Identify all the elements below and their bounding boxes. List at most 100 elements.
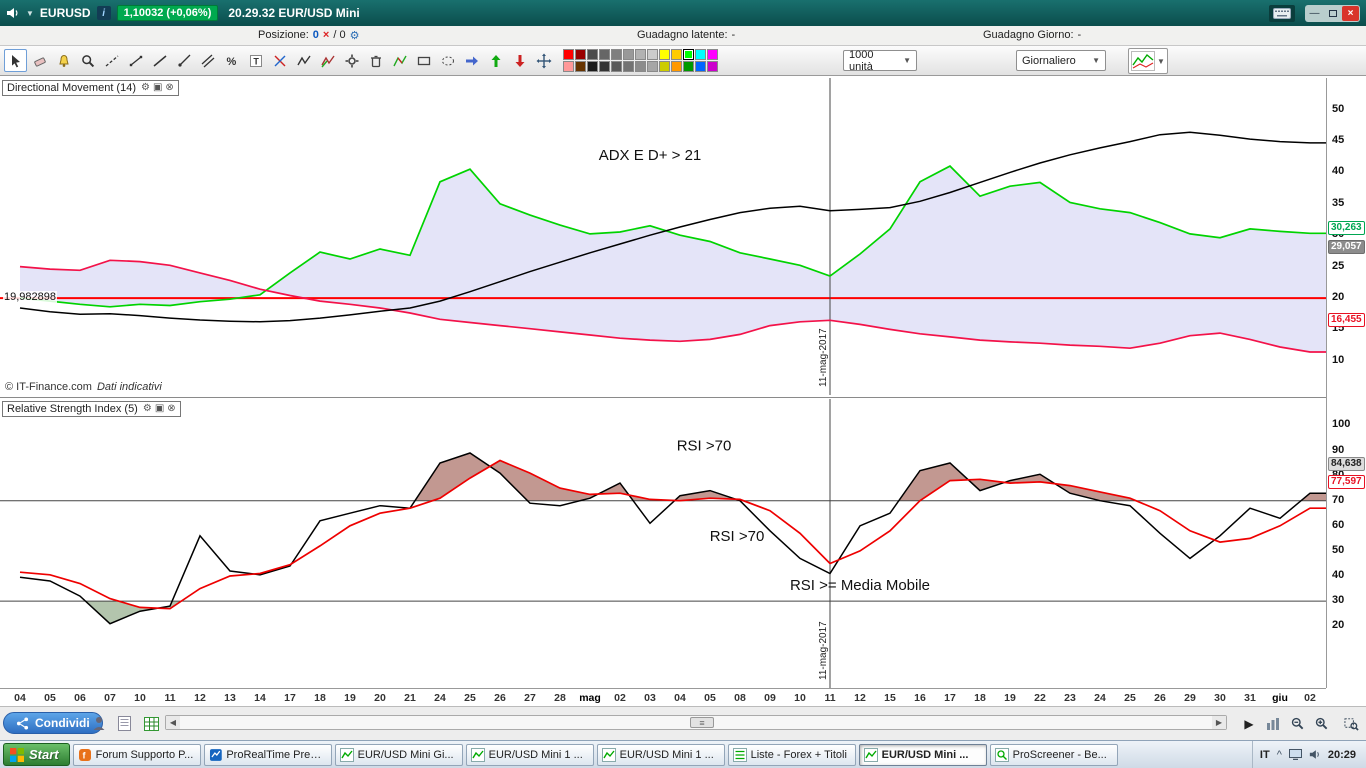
- taskbar-item[interactable]: Liste - Forex + Titoli: [727, 743, 856, 766]
- zoom-in-icon[interactable]: [1310, 714, 1332, 733]
- panel-divider[interactable]: [0, 397, 1366, 398]
- symbol-dropdown-caret[interactable]: ▼: [26, 9, 34, 18]
- palette-color-swatch[interactable]: [563, 49, 574, 60]
- parallel-lines-tool-button[interactable]: [196, 49, 219, 72]
- palette-color-swatch[interactable]: [599, 61, 610, 72]
- text-tool-button[interactable]: T: [244, 49, 267, 72]
- display-icon[interactable]: [1288, 749, 1302, 760]
- series-line-RSI[interactable]: [19, 452, 1326, 625]
- chart-annotation[interactable]: RSI >= Media Mobile: [790, 577, 930, 594]
- restore-button[interactable]: [1324, 6, 1341, 21]
- scroll-right-arrow[interactable]: ▶: [1212, 716, 1226, 729]
- eraser-tool-button[interactable]: [28, 49, 51, 72]
- taskbar-item[interactable]: EUR/USD Mini ...: [858, 743, 987, 766]
- palette-color-swatch[interactable]: [695, 61, 706, 72]
- zigzag-colored-tool-button[interactable]: [388, 49, 411, 72]
- palette-color-swatch[interactable]: [647, 61, 658, 72]
- wrench-icon[interactable]: ⚙: [143, 404, 152, 414]
- taskbar-item[interactable]: ProScreener - Be...: [989, 743, 1118, 766]
- palette-color-swatch[interactable]: [611, 61, 622, 72]
- taskbar-item[interactable]: EUR/USD Mini 1 ...: [596, 743, 725, 766]
- palette-color-swatch[interactable]: [683, 61, 694, 72]
- scroll-left-arrow[interactable]: ◀: [166, 716, 180, 729]
- taskbar-item[interactable]: EUR/USD Mini Gi...: [334, 743, 463, 766]
- volume-icon[interactable]: [1309, 749, 1321, 760]
- chart-annotation[interactable]: RSI >70: [710, 528, 765, 545]
- palette-color-swatch[interactable]: [575, 61, 586, 72]
- taskbar-clock[interactable]: 20:29: [1328, 749, 1356, 761]
- palette-color-swatch[interactable]: [623, 49, 634, 60]
- palette-color-swatch[interactable]: [647, 49, 658, 60]
- cross-lines-tool-button[interactable]: [268, 49, 291, 72]
- news-icon[interactable]: [113, 714, 135, 733]
- chart-annotation[interactable]: ADX E D+ > 21: [599, 147, 702, 164]
- palette-color-swatch[interactable]: [659, 49, 670, 60]
- arrow-down-tool-button[interactable]: [508, 49, 531, 72]
- wrench-icon[interactable]: ⚙: [141, 83, 150, 93]
- palette-color-swatch[interactable]: [707, 49, 718, 60]
- price-axis[interactable]: 50454035302520151030,26329,05716,4551009…: [1326, 78, 1366, 688]
- close-position-icon[interactable]: ×: [323, 29, 329, 42]
- close-button[interactable]: ×: [1342, 5, 1359, 21]
- palette-color-swatch[interactable]: [599, 49, 610, 60]
- speaker-icon[interactable]: [6, 7, 20, 19]
- percent-chart-tool-button[interactable]: %: [220, 49, 243, 72]
- close-icon[interactable]: ⊗: [167, 404, 175, 414]
- keyboard-icon[interactable]: [1269, 4, 1295, 22]
- taskbar-item[interactable]: f Forum Supporto P...: [72, 743, 201, 766]
- show-hidden-icons[interactable]: ^: [1277, 749, 1282, 761]
- trader-account-icon[interactable]: [88, 714, 110, 733]
- taskbar-item[interactable]: ProRealTime Prem...: [203, 743, 332, 766]
- palette-color-swatch[interactable]: [635, 49, 646, 60]
- language-indicator[interactable]: IT: [1260, 749, 1270, 761]
- zigzag-signals-tool-button[interactable]: [316, 49, 339, 72]
- tools-tool-button[interactable]: [340, 49, 363, 72]
- arrow-right-tool-button[interactable]: [460, 49, 483, 72]
- palette-color-swatch[interactable]: [671, 61, 682, 72]
- units-dropdown[interactable]: 1000 unità ▼: [843, 49, 917, 73]
- palette-color-swatch[interactable]: [635, 61, 646, 72]
- lasso-tool-button[interactable]: [436, 49, 459, 72]
- start-button[interactable]: Start: [3, 743, 70, 766]
- alarm-tool-button[interactable]: [52, 49, 75, 72]
- zoom-selection-icon[interactable]: [1340, 714, 1362, 733]
- palette-color-swatch[interactable]: [623, 61, 634, 72]
- columns-icon[interactable]: [1262, 714, 1284, 733]
- close-icon[interactable]: ⊗: [165, 83, 173, 93]
- copy-window-icon[interactable]: ▣: [155, 404, 164, 414]
- trash-tool-button[interactable]: [364, 49, 387, 72]
- palette-color-swatch[interactable]: [695, 49, 706, 60]
- palette-color-swatch[interactable]: [671, 49, 682, 60]
- scrollbar-thumb[interactable]: ≡: [690, 717, 714, 728]
- palette-color-swatch[interactable]: [611, 49, 622, 60]
- palette-color-swatch[interactable]: [587, 61, 598, 72]
- rectangle-tool-button[interactable]: [412, 49, 435, 72]
- palette-color-swatch[interactable]: [575, 49, 586, 60]
- time-axis[interactable]: 04 05 06 07 10 11 12 13 14 17 18 19 20 21 24 25 26 27 28 ma…: [0, 688, 1326, 706]
- palette-color-swatch[interactable]: [659, 61, 670, 72]
- directional-movement-panel[interactable]: 11-mag-2017 ADX E D+ > 21: [0, 78, 1326, 395]
- zigzag-tool-button[interactable]: [292, 49, 315, 72]
- palette-color-swatch[interactable]: [707, 61, 718, 72]
- horizontal-scrollbar[interactable]: ◀ ≡ ▶: [165, 715, 1227, 730]
- position-settings-icon[interactable]: ⚙: [350, 29, 360, 42]
- palette-color-swatch[interactable]: [683, 49, 694, 60]
- zoom-tool-button[interactable]: [76, 49, 99, 72]
- trendline-tool-button[interactable]: [148, 49, 171, 72]
- taskbar-item[interactable]: EUR/USD Mini 1 ...: [465, 743, 594, 766]
- palette-color-swatch[interactable]: [563, 61, 574, 72]
- arrow-up-tool-button[interactable]: [484, 49, 507, 72]
- rsi-panel[interactable]: 11-mag-2017 RSI >70 RSI >70 RSI >= Media Mo…: [0, 399, 1326, 688]
- ray-tool-button[interactable]: [172, 49, 195, 72]
- zoom-out-icon[interactable]: [1286, 714, 1308, 733]
- chart-annotation[interactable]: RSI >70: [677, 438, 732, 455]
- dashed-line-tool-button[interactable]: [100, 49, 123, 72]
- segment-tool-button[interactable]: [124, 49, 147, 72]
- timeframe-dropdown[interactable]: Giornaliero ▼: [1016, 50, 1106, 71]
- minimize-button[interactable]: —: [1306, 6, 1323, 21]
- palette-color-swatch[interactable]: [587, 49, 598, 60]
- market-grid-icon[interactable]: [140, 714, 162, 733]
- chart-style-button[interactable]: ▼: [1128, 48, 1168, 74]
- copy-window-icon[interactable]: ▣: [153, 83, 162, 93]
- move-cross-tool-button[interactable]: [532, 49, 555, 72]
